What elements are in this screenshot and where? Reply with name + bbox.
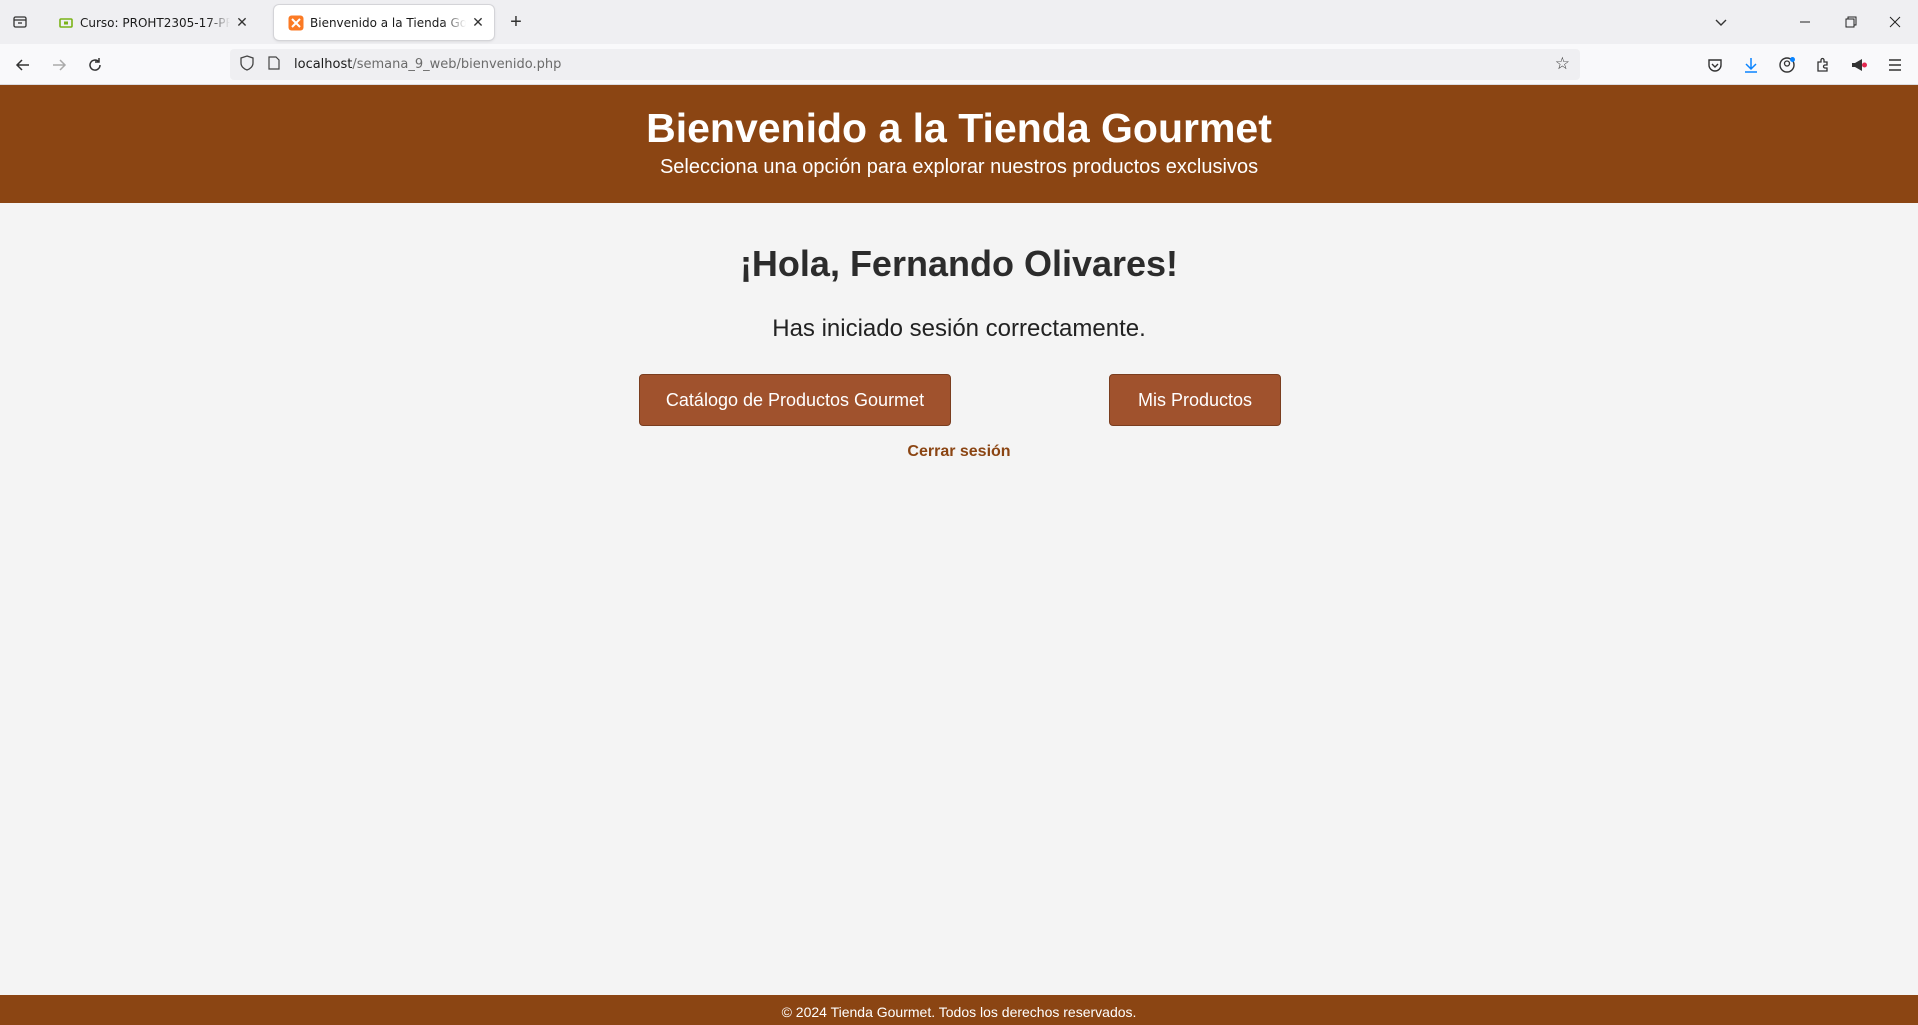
course-favicon-icon <box>58 15 74 31</box>
back-icon[interactable] <box>8 50 38 80</box>
login-status-text: Has iniciado sesión correctamente. <box>772 315 1146 342</box>
minimize-icon[interactable] <box>1782 0 1828 44</box>
xampp-favicon-icon <box>288 15 304 31</box>
site-footer: © 2024 Tienda Gourmet. Todos los derecho… <box>0 995 1918 1025</box>
tab-title: Curso: PROHT2305-17-PROGRAMACIÓN <box>80 15 230 30</box>
menu-icon[interactable] <box>1880 50 1910 80</box>
pocket-icon[interactable] <box>1700 50 1730 80</box>
address-bar[interactable]: localhost/semana_9_web/bienvenido.php ☆ <box>230 49 1580 80</box>
account-icon[interactable] <box>1772 50 1802 80</box>
new-tab-icon[interactable]: + <box>502 8 530 36</box>
shield-icon[interactable] <box>240 54 260 75</box>
extensions-icon[interactable] <box>1808 50 1838 80</box>
close-tab-icon[interactable]: ✕ <box>234 15 250 31</box>
site-header: Bienvenido a la Tienda Gourmet Seleccion… <box>0 85 1918 203</box>
restore-icon[interactable] <box>1828 0 1874 44</box>
browser-nav-bar: localhost/semana_9_web/bienvenido.php ☆ <box>0 44 1918 85</box>
url-host: localhost <box>294 57 353 72</box>
downloads-icon[interactable] <box>1736 50 1766 80</box>
forward-icon[interactable] <box>44 50 74 80</box>
tab-title: Bienvenido a la Tienda Gourmet <box>310 15 466 30</box>
page-content: Bienvenido a la Tienda Gourmet Seleccion… <box>0 85 1918 1025</box>
close-tab-icon[interactable]: ✕ <box>470 15 486 31</box>
site-title: Bienvenido a la Tienda Gourmet <box>646 105 1272 151</box>
site-subtitle: Selecciona una opción para explorar nues… <box>659 156 1259 178</box>
bookmark-star-icon[interactable]: ☆ <box>1555 54 1570 74</box>
url-path: /semana_9_web/bienvenido.php <box>352 57 562 72</box>
reload-icon[interactable] <box>80 50 110 80</box>
tab-welcome[interactable]: Bienvenido a la Tienda Gourmet ✕ <box>274 5 494 40</box>
tab-course[interactable]: Curso: PROHT2305-17-PROGRAMACIÓN ✕ <box>44 5 258 40</box>
tab-overflow-chevron-icon[interactable] <box>1698 0 1744 44</box>
my-products-button[interactable]: Mis Productos <box>1109 374 1281 426</box>
page-info-icon[interactable] <box>268 55 288 74</box>
tab-list-icon[interactable] <box>0 0 40 44</box>
close-window-icon[interactable] <box>1872 0 1918 44</box>
megaphone-icon[interactable] <box>1844 50 1874 80</box>
catalog-button[interactable]: Catálogo de Productos Gourmet <box>639 374 951 426</box>
logout-link[interactable]: Cerrar sesión <box>0 443 1918 461</box>
greeting-heading: ¡Hola, Fernando Olivares! <box>739 243 1179 284</box>
